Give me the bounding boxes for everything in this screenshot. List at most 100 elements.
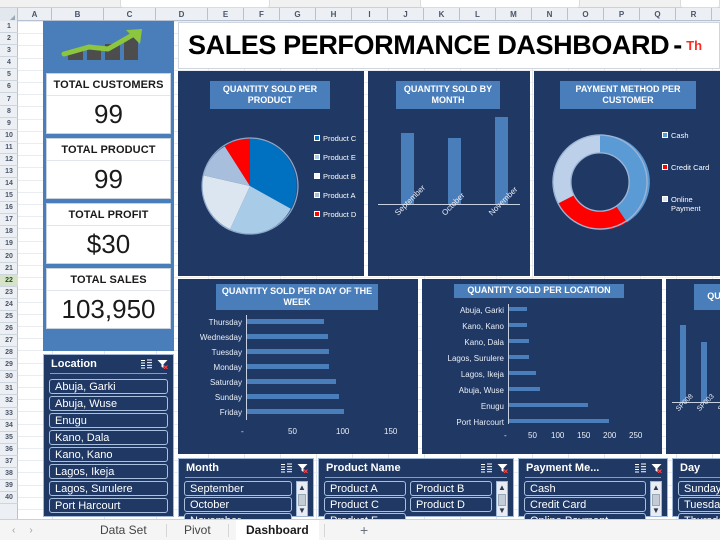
column-header-row[interactable]: ABCDEFGHIJKLMNOPQR	[0, 8, 720, 21]
scroll-down-icon[interactable]: ▼	[651, 505, 661, 516]
worksheet-grid[interactable]: SALES PERFORMANCE DASHBOARD - Th TOTAL C…	[18, 21, 720, 519]
scroll-up-icon[interactable]: ▲	[651, 482, 661, 493]
row-header-30[interactable]: 30	[0, 371, 18, 384]
column-header-g[interactable]: G	[280, 8, 316, 21]
row-header-35[interactable]: 35	[0, 432, 18, 444]
row-header-14[interactable]: 14	[0, 178, 18, 191]
column-header-o[interactable]: O	[568, 8, 604, 21]
clear-filter-icon[interactable]	[651, 463, 662, 473]
column-header-d[interactable]: D	[156, 8, 208, 21]
slicer-item[interactable]: Lagos, Ikeja	[49, 464, 168, 479]
slicer-item[interactable]: Sunday	[678, 481, 720, 496]
row-header-column[interactable]: 1 2 3 4 5 6 7 8 9 10 11 12 13 14 15 16 17 18 19 20 21 22 23 24 2…	[0, 21, 18, 519]
column-header-p[interactable]: P	[604, 8, 640, 21]
scroll-down-icon[interactable]: ▼	[497, 505, 507, 516]
row-header-28[interactable]: 28	[0, 347, 18, 360]
slicer-item[interactable]: Product B	[410, 481, 492, 496]
row-header-26[interactable]: 26	[0, 323, 18, 336]
column-header-f[interactable]: F	[244, 8, 280, 21]
column-header-m[interactable]: M	[496, 8, 532, 21]
slicer-item[interactable]: September	[184, 481, 292, 496]
row-header-10[interactable]: 10	[0, 130, 18, 142]
row-header-29[interactable]: 29	[0, 359, 18, 372]
row-header-20[interactable]: 20	[0, 250, 18, 263]
slicer-item[interactable]: Credit Card	[524, 497, 646, 512]
slicer-item[interactable]: Port Harcourt	[49, 498, 168, 513]
row-header-12[interactable]: 12	[0, 154, 18, 166]
slicer-item[interactable]: Abuja, Garki	[49, 379, 168, 394]
row-header-38[interactable]: 38	[0, 468, 18, 480]
row-header-8[interactable]: 8	[0, 106, 18, 118]
row-header-2[interactable]: 2	[0, 33, 18, 46]
row-header-22[interactable]: 22	[0, 274, 18, 287]
row-header-40[interactable]: 40	[0, 492, 18, 505]
slicer-item[interactable]: Kano, Dala	[49, 430, 168, 445]
clear-filter-icon[interactable]	[297, 463, 308, 473]
sheet-next-icon[interactable]: ›	[29, 525, 32, 536]
row-header-11[interactable]: 11	[0, 142, 18, 154]
slicer-item[interactable]: October	[184, 497, 292, 512]
slicer-scrollbar[interactable]: ▲ ▼	[650, 481, 662, 517]
row-header-17[interactable]: 17	[0, 214, 18, 227]
column-header-q[interactable]: Q	[640, 8, 676, 21]
slicer-item[interactable]: Kano, Kano	[49, 447, 168, 462]
column-header-l[interactable]: L	[460, 8, 496, 21]
slicer-item[interactable]: Tuesday	[678, 497, 720, 512]
slicer-item[interactable]: Product D	[410, 497, 492, 512]
slicer-item[interactable]: Product C	[324, 497, 406, 512]
row-header-25[interactable]: 25	[0, 311, 18, 323]
slicer-item[interactable]: Enugu	[49, 413, 168, 428]
sheet-nav-arrows[interactable]: ‹ ›	[6, 523, 64, 538]
column-header-i[interactable]: I	[352, 8, 388, 21]
clear-filter-icon[interactable]	[497, 463, 508, 473]
select-all-corner[interactable]	[0, 8, 18, 21]
multi-select-icon[interactable]	[481, 463, 492, 473]
scroll-down-icon[interactable]: ▼	[297, 505, 307, 516]
row-header-23[interactable]: 23	[0, 287, 18, 299]
row-header-15[interactable]: 15	[0, 190, 18, 203]
row-header-27[interactable]: 27	[0, 335, 18, 348]
row-header-32[interactable]: 32	[0, 395, 18, 408]
add-sheet-button[interactable]: +	[360, 522, 368, 538]
row-header-5[interactable]: 5	[0, 69, 18, 82]
row-header-4[interactable]: 4	[0, 57, 18, 70]
column-header-h[interactable]: H	[316, 8, 352, 21]
multi-select-icon[interactable]	[281, 463, 292, 473]
row-header-3[interactable]: 3	[0, 45, 18, 58]
row-header-9[interactable]: 9	[0, 118, 18, 130]
scroll-up-icon[interactable]: ▲	[297, 482, 307, 493]
sheet-tab-dashboard[interactable]: Dashboard	[236, 520, 319, 540]
slicer-location[interactable]: Location Abuja, Garki Abuja, Wuse Enugu …	[43, 354, 174, 517]
row-header-21[interactable]: 21	[0, 263, 18, 275]
column-header-e[interactable]: E	[208, 8, 244, 21]
row-header-31[interactable]: 31	[0, 383, 18, 396]
slicer-product-name[interactable]: Product Name Product A Product B Product…	[318, 458, 514, 519]
column-header-c[interactable]: C	[104, 8, 156, 21]
row-header-1[interactable]: 1	[0, 21, 18, 34]
row-header-33[interactable]: 33	[0, 408, 18, 420]
slicer-item[interactable]: Abuja, Wuse	[49, 396, 168, 411]
slicer-item[interactable]: Cash	[524, 481, 646, 496]
column-header-a[interactable]: A	[18, 8, 52, 21]
row-header-36[interactable]: 36	[0, 444, 18, 456]
row-header-34[interactable]: 34	[0, 420, 18, 432]
sheet-tab-data-set[interactable]: Data Set	[90, 520, 157, 540]
row-header-24[interactable]: 24	[0, 299, 18, 311]
column-header-j[interactable]: J	[388, 8, 424, 21]
slicer-scrollbar[interactable]: ▲ ▼	[296, 481, 308, 517]
row-header-37[interactable]: 37	[0, 456, 18, 468]
multi-select-icon[interactable]	[141, 359, 152, 369]
multi-select-icon[interactable]	[635, 463, 646, 473]
slicer-month[interactable]: Month September October ▲ ▼	[178, 458, 314, 519]
clear-filter-icon[interactable]	[157, 359, 168, 369]
row-header-18[interactable]: 18	[0, 226, 18, 239]
column-header-b[interactable]: B	[52, 8, 104, 21]
column-header-r[interactable]: R	[676, 8, 712, 21]
column-header-n[interactable]: N	[532, 8, 568, 21]
row-header-39[interactable]: 39	[0, 480, 18, 493]
slicer-payment-method[interactable]: Payment Me... Cash Credit Card ▲ ▼	[518, 458, 668, 519]
slicer-day[interactable]: Day Sunday Tuesday Thursday	[672, 458, 720, 519]
slicer-item[interactable]: Lagos, Surulere	[49, 481, 168, 496]
row-header-19[interactable]: 19	[0, 238, 18, 251]
slicer-scrollbar[interactable]: ▲ ▼	[496, 481, 508, 517]
